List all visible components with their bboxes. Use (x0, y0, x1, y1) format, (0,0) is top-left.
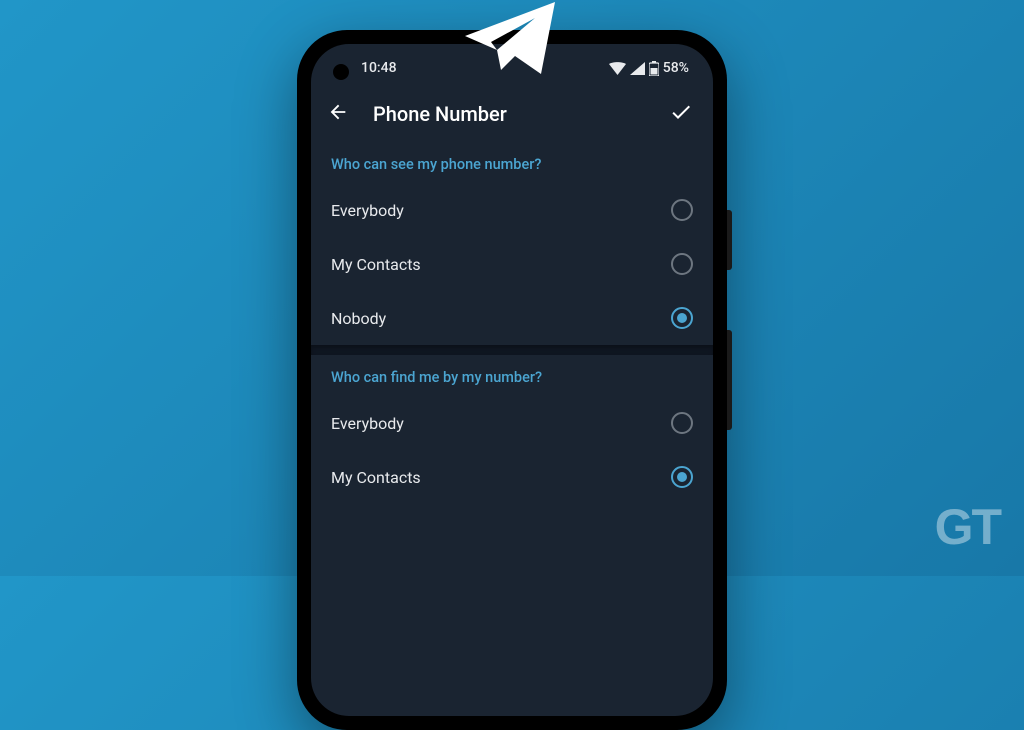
radio-selected-icon (671, 307, 693, 329)
battery-icon (649, 61, 659, 76)
section-header-visibility: Who can see my phone number? (311, 142, 713, 183)
option-everybody-findability[interactable]: Everybody (311, 396, 713, 450)
radio-icon (671, 412, 693, 434)
option-mycontacts-visibility[interactable]: My Contacts (311, 237, 713, 291)
phone-frame: 10:48 58% Phone Number Who can see my ph… (297, 30, 727, 730)
battery-percentage: 58% (663, 60, 689, 76)
phone-side-button (727, 330, 732, 430)
radio-icon (671, 199, 693, 221)
phone-side-button (727, 210, 732, 270)
radio-icon (671, 253, 693, 275)
option-label: Everybody (331, 414, 404, 433)
phone-screen: 10:48 58% Phone Number Who can see my ph… (311, 44, 713, 716)
page-header: Phone Number (311, 86, 713, 142)
option-mycontacts-findability[interactable]: My Contacts (311, 450, 713, 504)
option-label: My Contacts (331, 468, 421, 487)
front-camera (333, 64, 349, 80)
option-label: My Contacts (331, 255, 421, 274)
option-nobody-visibility[interactable]: Nobody (311, 291, 713, 345)
back-arrow-icon[interactable] (327, 101, 349, 127)
radio-selected-icon (671, 466, 693, 488)
signal-icon (630, 62, 645, 75)
page-title: Phone Number (373, 102, 645, 126)
confirm-check-icon[interactable] (669, 100, 693, 128)
wifi-icon (609, 62, 626, 75)
watermark: GT (935, 498, 1000, 556)
status-time: 10:48 (361, 60, 397, 76)
option-everybody-visibility[interactable]: Everybody (311, 183, 713, 237)
option-label: Everybody (331, 201, 404, 220)
telegram-logo-icon (457, 0, 567, 91)
section-divider (311, 345, 713, 355)
option-label: Nobody (331, 309, 386, 328)
section-header-findability: Who can find me by my number? (311, 355, 713, 396)
